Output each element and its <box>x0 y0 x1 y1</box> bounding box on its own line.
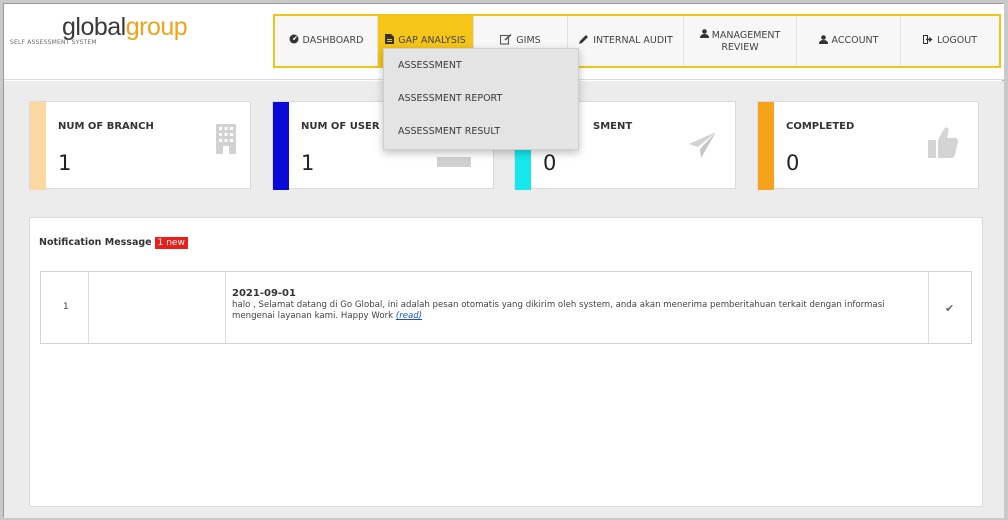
card-title: COMPLETED <box>786 121 855 132</box>
read-link[interactable]: (read) <box>396 311 422 321</box>
notification-title: Notification Message 1 new <box>39 237 188 249</box>
pencil-icon <box>578 34 589 49</box>
nav-review-label: REVIEW <box>721 41 759 53</box>
check-icon[interactable]: ✔ <box>945 302 954 315</box>
thumbs-up-icon <box>928 126 958 162</box>
table-row-empty-cell <box>89 272 226 343</box>
card-value: 0 <box>786 151 800 175</box>
notification-table: 1 2021-09-01 halo , Selamat datang di Go… <box>40 271 972 344</box>
card-color-bar <box>30 102 46 190</box>
card-color-bar <box>758 102 774 190</box>
sign-out-icon <box>922 34 933 48</box>
logo[interactable]: globalgroup <box>62 13 188 42</box>
notification-message: halo , Selamat datang di Go Global, ini … <box>232 300 912 322</box>
paper-plane-icon <box>689 132 717 162</box>
card-completed: COMPLETED 0 <box>757 101 979 190</box>
row-number: 1 <box>63 302 69 312</box>
nav-internal-audit-label: INTERNAL AUDIT <box>593 35 673 46</box>
card-value: 1 <box>58 151 72 175</box>
dropdown-assessment-report[interactable]: ASSESSMENT REPORT <box>384 82 578 115</box>
logo-subtitle: SELF ASSESSMENT SYSTEM <box>10 39 97 46</box>
edit-icon <box>500 33 512 49</box>
notification-title-text: Notification Message <box>39 237 152 248</box>
logo-text-global: global <box>62 13 126 41</box>
building-icon <box>216 124 236 158</box>
card-title: NUM OF USER <box>301 121 380 132</box>
dropdown-assessment[interactable]: ASSESSMENT <box>384 49 578 82</box>
card-title: NUM OF BRANCH <box>58 121 154 132</box>
nav-logout-label: LOGOUT <box>936 35 978 46</box>
desktop-icon <box>437 152 471 171</box>
nav-gims-label: GIMS <box>516 35 541 46</box>
management-review-line1: MANAGEMENT <box>699 28 781 42</box>
dropdown-assessment-result[interactable]: ASSESSMENT RESULT <box>384 115 578 148</box>
card-title: SMENT <box>593 121 633 132</box>
card-color-bar <box>273 102 289 190</box>
notification-message-text: halo , Selamat datang di Go Global, ini … <box>232 300 885 321</box>
user-icon <box>818 34 828 48</box>
table-row-status-cell: ✔ <box>929 272 971 343</box>
nav-management-review-stack: MANAGEMENT REVIEW <box>699 28 781 54</box>
card-value: 1 <box>301 151 315 175</box>
user-icon <box>699 28 709 42</box>
nav-management-review[interactable]: MANAGEMENT REVIEW <box>684 16 797 66</box>
file-icon <box>385 34 395 48</box>
table-row-message-cell: 2021-09-01 halo , Selamat datang di Go G… <box>226 272 929 343</box>
card-num-of-branch: NUM OF BRANCH 1 <box>29 101 251 190</box>
nav-logout[interactable]: LOGOUT <box>901 16 999 66</box>
nav-account-label: ACCOUNT <box>831 35 879 46</box>
notification-panel: Notification Message 1 new 1 2021-09-01 h… <box>29 217 983 507</box>
new-badge: 1 new <box>154 237 188 249</box>
notification-date: 2021-09-01 <box>232 288 296 299</box>
gap-analysis-dropdown: ASSESSMENT ASSESSMENT REPORT ASSESSMENT … <box>383 48 579 150</box>
app-window: globalgroup SELF ASSESSMENT SYSTEM DASHB… <box>3 3 1004 518</box>
dashboard-icon <box>289 34 299 48</box>
nav-gap-analysis-label: GAP ANALYSIS <box>398 35 466 46</box>
nav-dashboard[interactable]: DASHBOARD <box>275 16 378 66</box>
nav-account[interactable]: ACCOUNT <box>797 16 901 66</box>
table-row-number-cell: 1 <box>41 272 89 343</box>
nav-internal-audit[interactable]: INTERNAL AUDIT <box>568 16 684 66</box>
logo-text-group: group <box>125 13 188 41</box>
card-value: 0 <box>543 151 557 175</box>
nav-dashboard-label: DASHBOARD <box>302 35 364 46</box>
nav-management-label: MANAGEMENT <box>711 29 781 41</box>
